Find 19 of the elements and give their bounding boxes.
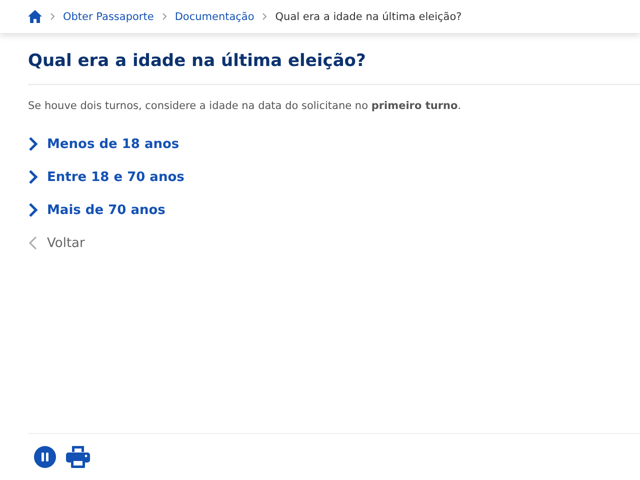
- hint-text: Se houve dois turnos, considere a idade na data do solicitane no primeiro turno.: [28, 100, 462, 112]
- chevron-icon: [262, 13, 268, 20]
- page-title: Qual era a idade na última eleição?: [28, 51, 640, 85]
- option-link[interactable]: Entre 18 e 70 anos: [28, 167, 184, 187]
- back-link[interactable]: Voltar: [28, 233, 85, 253]
- print-button[interactable]: [66, 446, 90, 468]
- chevron-icon: [28, 203, 38, 217]
- home-icon[interactable]: [28, 10, 42, 23]
- pause-button[interactable]: [34, 446, 56, 468]
- chevron-icon: [50, 13, 55, 20]
- breadcrumb-link[interactable]: Obter Passaporte: [63, 10, 154, 22]
- option-link[interactable]: Menos de 18 anos: [28, 134, 180, 154]
- chevron-icon: [28, 236, 38, 250]
- breadcrumb-link[interactable]: Documentação: [174, 10, 254, 22]
- chevron-icon: [28, 137, 38, 151]
- current-page-label: Qual era a idade na última eleição?: [275, 10, 462, 22]
- chevron-icon: [28, 170, 38, 184]
- chevron-icon: [162, 13, 167, 20]
- option-link[interactable]: Mais de 70 anos: [28, 200, 166, 220]
